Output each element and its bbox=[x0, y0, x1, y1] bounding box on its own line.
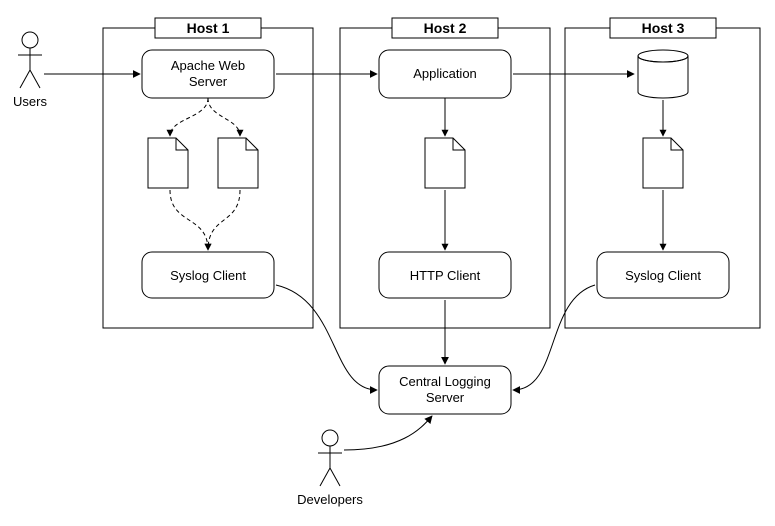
host1-title: Host 1 bbox=[187, 20, 230, 36]
svg-text:Syslog Client: Syslog Client bbox=[625, 268, 701, 283]
svg-text:HTTP Client: HTTP Client bbox=[410, 268, 481, 283]
users-actor: Users bbox=[13, 32, 47, 109]
arrow bbox=[276, 285, 377, 390]
central-logging-server-node: Central Logging Server bbox=[379, 366, 511, 414]
svg-text:Syslog Client: Syslog Client bbox=[170, 268, 246, 283]
arrow bbox=[170, 190, 208, 250]
host2-title: Host 2 bbox=[424, 20, 467, 36]
file-icon bbox=[643, 138, 683, 188]
arrow bbox=[170, 98, 208, 136]
architecture-diagram: Host 1 Apache Web Server Syslog Client bbox=[0, 0, 775, 526]
arrow bbox=[208, 190, 240, 250]
application-node: Application bbox=[379, 50, 511, 98]
syslog-client-node-host3: Syslog Client bbox=[597, 252, 729, 298]
file-icon bbox=[425, 138, 465, 188]
host1-container: Host 1 Apache Web Server Syslog Client bbox=[103, 18, 313, 328]
file-icon bbox=[218, 138, 258, 188]
apache-web-server-node: Apache Web Server bbox=[142, 50, 274, 98]
svg-text:Application: Application bbox=[413, 66, 477, 81]
svg-text:Users: Users bbox=[13, 94, 47, 109]
svg-text:Central Logging: Central Logging bbox=[399, 374, 491, 389]
host3-title: Host 3 bbox=[642, 20, 685, 36]
arrow bbox=[344, 416, 432, 450]
svg-text:Server: Server bbox=[189, 74, 228, 89]
host3-container: Host 3 Syslog Client bbox=[565, 18, 760, 328]
svg-text:Developers: Developers bbox=[297, 492, 363, 507]
http-client-node: HTTP Client bbox=[379, 252, 511, 298]
arrow bbox=[208, 98, 240, 136]
syslog-client-node-host1: Syslog Client bbox=[142, 252, 274, 298]
developers-actor: Developers bbox=[297, 430, 363, 507]
arrow bbox=[513, 285, 595, 390]
svg-text:Server: Server bbox=[426, 390, 465, 405]
file-icon bbox=[148, 138, 188, 188]
host2-container: Host 2 Application HTTP Client bbox=[340, 18, 550, 328]
svg-text:Apache Web: Apache Web bbox=[171, 58, 245, 73]
database-icon bbox=[638, 50, 688, 98]
